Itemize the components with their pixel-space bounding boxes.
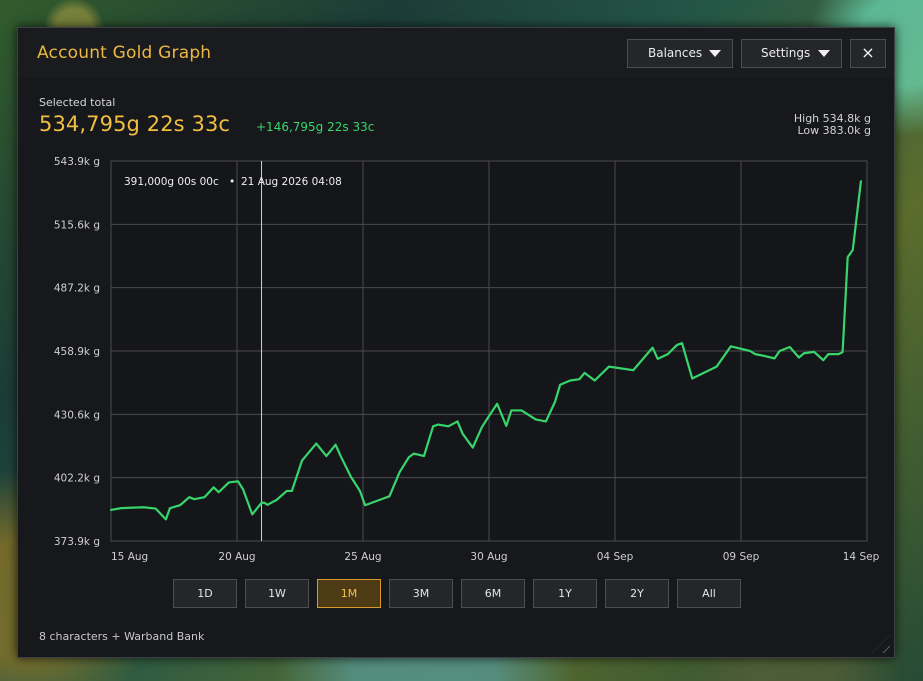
range-button-all[interactable]: All	[677, 579, 741, 608]
range-button-1y[interactable]: 1Y	[533, 579, 597, 608]
x-axis-tick-label: 09 Sep	[723, 551, 760, 563]
tooltip-value: 391,000g 00s 00c	[124, 176, 219, 188]
range-button-1m[interactable]: 1M	[317, 579, 381, 608]
account-gold-graph-window: Account Gold Graph Balances Settings × S…	[17, 27, 895, 658]
x-axis-tick-label: 14 Sep	[843, 551, 880, 563]
x-axis-tick-label: 04 Sep	[597, 551, 634, 563]
range-button-3m[interactable]: 3M	[389, 579, 453, 608]
time-range-selector: 1D 1W 1M 3M 6M 1Y 2Y All	[173, 579, 748, 609]
tooltip-separator: •	[229, 176, 235, 188]
chart-grid	[110, 160, 868, 542]
x-axis-tick-label: 15 Aug	[111, 551, 148, 563]
y-axis-tick-label: 515.6k g	[54, 219, 100, 231]
y-axis-tick-label: 402.2k g	[54, 473, 100, 485]
y-axis-tick-label: 543.9k g	[54, 156, 100, 168]
x-axis-tick-label: 25 Aug	[344, 551, 381, 563]
x-axis-tick-label: 20 Aug	[218, 551, 255, 563]
range-button-6m[interactable]: 6M	[461, 579, 525, 608]
range-button-1d[interactable]: 1D	[173, 579, 237, 608]
x-axis-tick-label: 30 Aug	[470, 551, 507, 563]
y-axis-tick-label: 458.9k g	[54, 346, 100, 358]
y-axis-tick-label: 373.9k g	[54, 536, 100, 548]
y-axis-tick-label: 430.6k g	[54, 409, 100, 421]
tooltip-datetime: 21 Aug 2026 04:08	[241, 176, 342, 188]
gold-line-chart[interactable]: 543.9k g 515.6k g 487.2k g 458.9k g 430.6k g…	[18, 28, 896, 659]
range-button-1w[interactable]: 1W	[245, 579, 309, 608]
range-button-2y[interactable]: 2Y	[605, 579, 669, 608]
account-scope-label: 8 characters + Warband Bank	[39, 630, 205, 643]
y-axis-tick-label: 487.2k g	[54, 283, 100, 295]
